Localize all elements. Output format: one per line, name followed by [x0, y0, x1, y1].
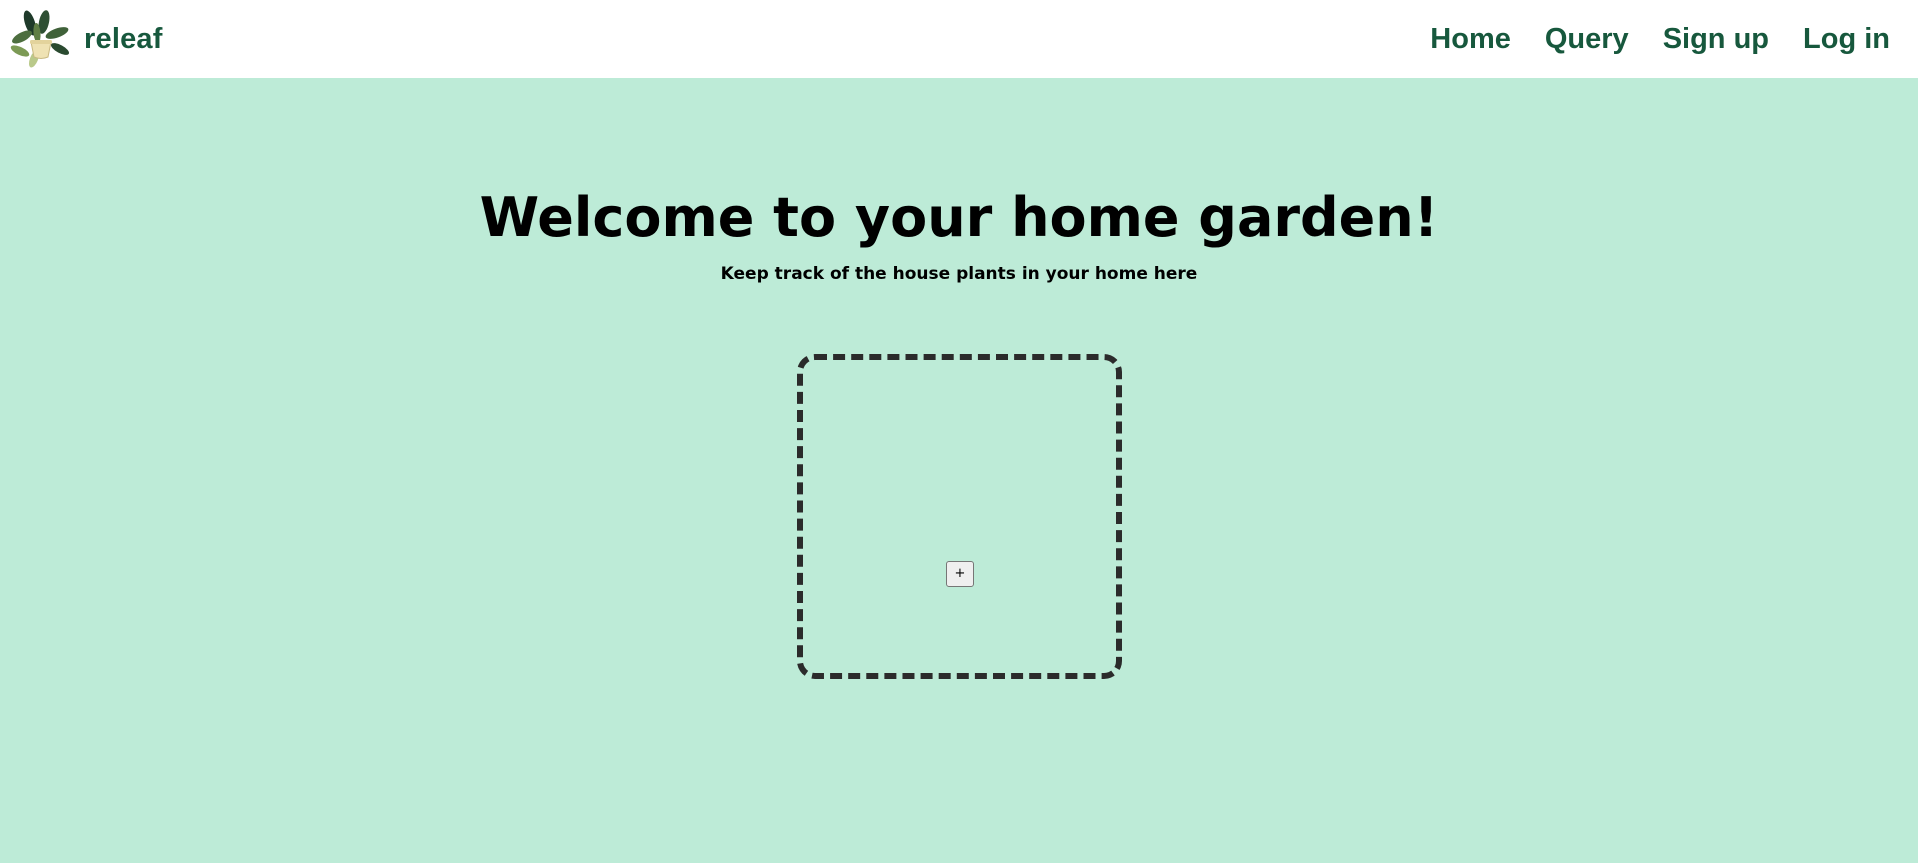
top-navbar: releaf Home Query Sign up Log in: [0, 0, 1918, 78]
page-subtitle: Keep track of the house plants in your h…: [720, 264, 1198, 284]
nav-link-query[interactable]: Query: [1545, 23, 1629, 56]
nav-link-log-in[interactable]: Log in: [1803, 23, 1890, 56]
brand-name: releaf: [84, 22, 163, 55]
nav-links: Home Query Sign up Log in: [1430, 23, 1890, 56]
add-plant-button[interactable]: +: [946, 561, 974, 587]
nav-link-home[interactable]: Home: [1430, 23, 1511, 56]
nav-link-sign-up[interactable]: Sign up: [1663, 23, 1769, 56]
add-plant-dropzone: [797, 354, 1122, 679]
brand-home-link[interactable]: releaf: [10, 9, 163, 69]
page-title: Welcome to your home garden!: [479, 186, 1439, 249]
potted-plant-icon: [10, 9, 72, 69]
hero-section: Welcome to your home garden! Keep track …: [0, 78, 1918, 286]
